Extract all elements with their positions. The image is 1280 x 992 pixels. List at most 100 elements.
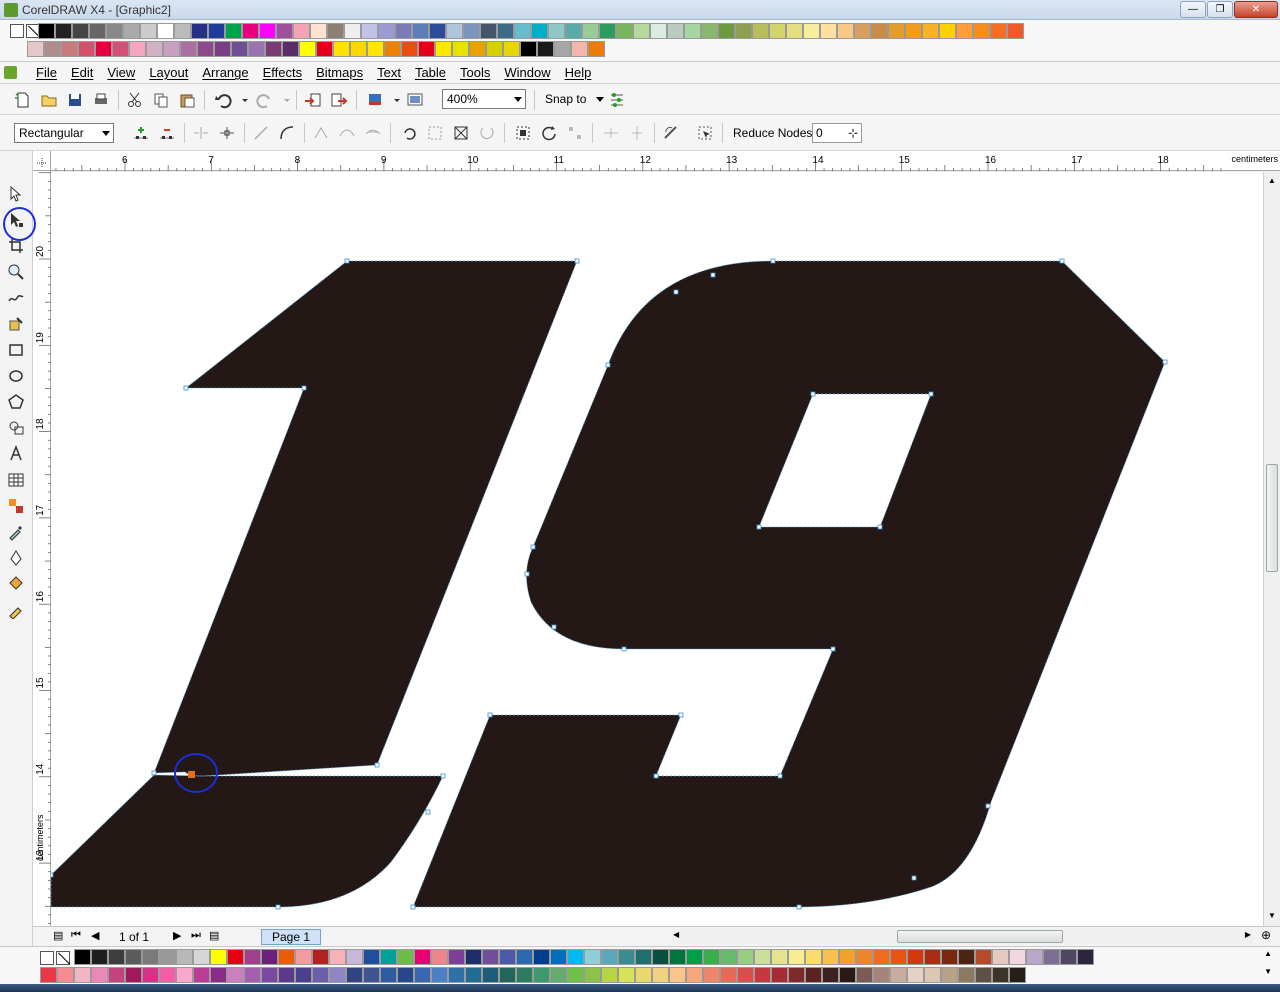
bottom-palette-swatch[interactable] — [567, 967, 584, 983]
bottom-palette-swatch[interactable] — [159, 949, 176, 965]
navigator-zoom-icon[interactable]: ⊕ — [1261, 928, 1271, 942]
import-button[interactable] — [304, 91, 322, 109]
top-palette-swatch[interactable] — [769, 23, 786, 39]
bottom-palette-swatch[interactable] — [414, 967, 431, 983]
bottom-palette-swatch[interactable] — [448, 967, 465, 983]
bottom-palette-swatch[interactable] — [550, 967, 567, 983]
bottom-palette-swatch[interactable] — [924, 949, 941, 965]
bottom-palette-swatch[interactable] — [737, 949, 754, 965]
path-node[interactable] — [605, 362, 611, 368]
top-palette-swatch[interactable] — [27, 41, 44, 57]
bottom-palette-swatch[interactable] — [125, 967, 142, 983]
top-palette-swatch[interactable] — [378, 23, 395, 39]
top-palette-swatch[interactable] — [78, 41, 95, 57]
join-nodes-button[interactable] — [192, 124, 210, 142]
top-palette-swatch[interactable] — [242, 23, 259, 39]
bottom-palette-swatch[interactable] — [618, 949, 635, 965]
bottom-palette-swatch[interactable] — [720, 949, 737, 965]
path-node[interactable] — [574, 258, 580, 264]
top-palette-swatch[interactable] — [503, 41, 520, 57]
top-palette-swatch[interactable] — [922, 23, 939, 39]
top-palette-swatch[interactable] — [395, 23, 412, 39]
outline-tool[interactable] — [7, 549, 25, 567]
path-node[interactable] — [770, 258, 776, 264]
top-palette-swatch[interactable] — [537, 41, 554, 57]
convert-to-line-button[interactable] — [252, 124, 270, 142]
bottom-palette-swatch[interactable] — [890, 967, 907, 983]
selected-node[interactable] — [188, 771, 195, 778]
path-node[interactable] — [301, 385, 307, 391]
bottom-palette-swatch[interactable] — [346, 967, 363, 983]
palette-menu-button[interactable] — [10, 24, 24, 38]
top-palette-swatch[interactable] — [520, 41, 537, 57]
bottom-palette-swatch[interactable] — [329, 967, 346, 983]
path-node[interactable] — [344, 258, 350, 264]
path-node[interactable] — [877, 524, 883, 530]
top-palette-swatch[interactable] — [350, 41, 367, 57]
bottom-palette-swatch[interactable] — [1043, 949, 1060, 965]
bottom-palette-swatch[interactable] — [737, 967, 754, 983]
menu-bitmaps[interactable]: Bitmaps — [316, 65, 363, 80]
top-palette-swatch[interactable] — [180, 41, 197, 57]
zoom-level-select[interactable]: 400% — [442, 89, 526, 109]
bottom-palette-swatch[interactable] — [210, 949, 227, 965]
top-palette-swatch[interactable] — [565, 23, 582, 39]
bottom-palette-swatch[interactable] — [295, 967, 312, 983]
top-palette-swatch[interactable] — [129, 41, 146, 57]
minimize-button[interactable]: — — [1180, 1, 1206, 18]
bottom-palette-swatch[interactable] — [805, 949, 822, 965]
path-node[interactable] — [1162, 359, 1168, 365]
bottom-palette-swatch[interactable] — [431, 967, 448, 983]
bottom-palette-swatch[interactable] — [805, 967, 822, 983]
scroll-right-icon[interactable]: ▶ — [1245, 930, 1251, 939]
vertical-scroll-thumb[interactable] — [1266, 464, 1278, 572]
menu-window[interactable]: Window — [504, 65, 550, 80]
text-tool[interactable] — [7, 444, 25, 463]
top-palette-swatch[interactable] — [72, 23, 89, 39]
top-palette-swatch[interactable] — [684, 23, 701, 39]
top-palette-swatch[interactable] — [112, 41, 129, 57]
undo-dropdown[interactable] — [236, 91, 248, 109]
bottom-palette-swatch[interactable] — [635, 949, 652, 965]
path-node[interactable] — [440, 773, 446, 779]
bottom-palette-swatch[interactable] — [754, 967, 771, 983]
bottom-palette-swatch[interactable] — [499, 949, 516, 965]
path-node[interactable] — [183, 385, 189, 391]
bottom-palette-swatch[interactable] — [703, 967, 720, 983]
drawing-canvas[interactable] — [51, 172, 1263, 926]
bottom-palette-swatch[interactable] — [346, 949, 363, 965]
bottom-palette-swatch[interactable] — [958, 967, 975, 983]
top-palette-swatch[interactable] — [667, 23, 684, 39]
bottom-palette-swatch[interactable] — [261, 949, 278, 965]
top-palette-swatch[interactable] — [531, 23, 548, 39]
top-palette-swatch[interactable] — [990, 23, 1007, 39]
bottom-palette-swatch[interactable] — [210, 967, 227, 983]
bottom-palette-swatch[interactable] — [414, 949, 431, 965]
add-page-icon[interactable]: ▤ — [209, 929, 219, 942]
top-palette-swatch[interactable] — [123, 23, 140, 39]
export-button[interactable] — [330, 91, 348, 109]
top-palette-swatch[interactable] — [61, 41, 78, 57]
welcome-screen-button[interactable] — [406, 91, 424, 109]
menu-tools[interactable]: Tools — [460, 65, 490, 80]
bottom-palette-swatch[interactable] — [1026, 949, 1043, 965]
top-palette-swatch[interactable] — [905, 23, 922, 39]
bottom-palette-swatch[interactable] — [669, 967, 686, 983]
bottom-palette-swatch[interactable] — [601, 949, 618, 965]
bottom-palette-swatch[interactable] — [380, 949, 397, 965]
bottom-palette-swatch[interactable] — [1009, 967, 1026, 983]
path-node[interactable] — [621, 646, 627, 652]
bottom-palette-swatch[interactable] — [499, 967, 516, 983]
bottom-palette-swatch[interactable] — [992, 949, 1009, 965]
menu-edit[interactable]: Edit — [71, 65, 93, 80]
top-palette-swatch[interactable] — [55, 23, 72, 39]
path-node[interactable] — [810, 391, 816, 397]
bottom-palette-swatch[interactable] — [74, 967, 91, 983]
reduce-nodes-input[interactable]: 0 ⊹ — [812, 123, 862, 143]
reverse-direction-button[interactable] — [400, 124, 418, 142]
ruler-origin[interactable] — [33, 151, 51, 171]
close-button[interactable]: ✕ — [1234, 1, 1278, 18]
bottom-palette-swatch[interactable] — [108, 949, 125, 965]
bottom-palette-swatch[interactable] — [91, 949, 108, 965]
bottom-palette-swatch[interactable] — [975, 967, 992, 983]
